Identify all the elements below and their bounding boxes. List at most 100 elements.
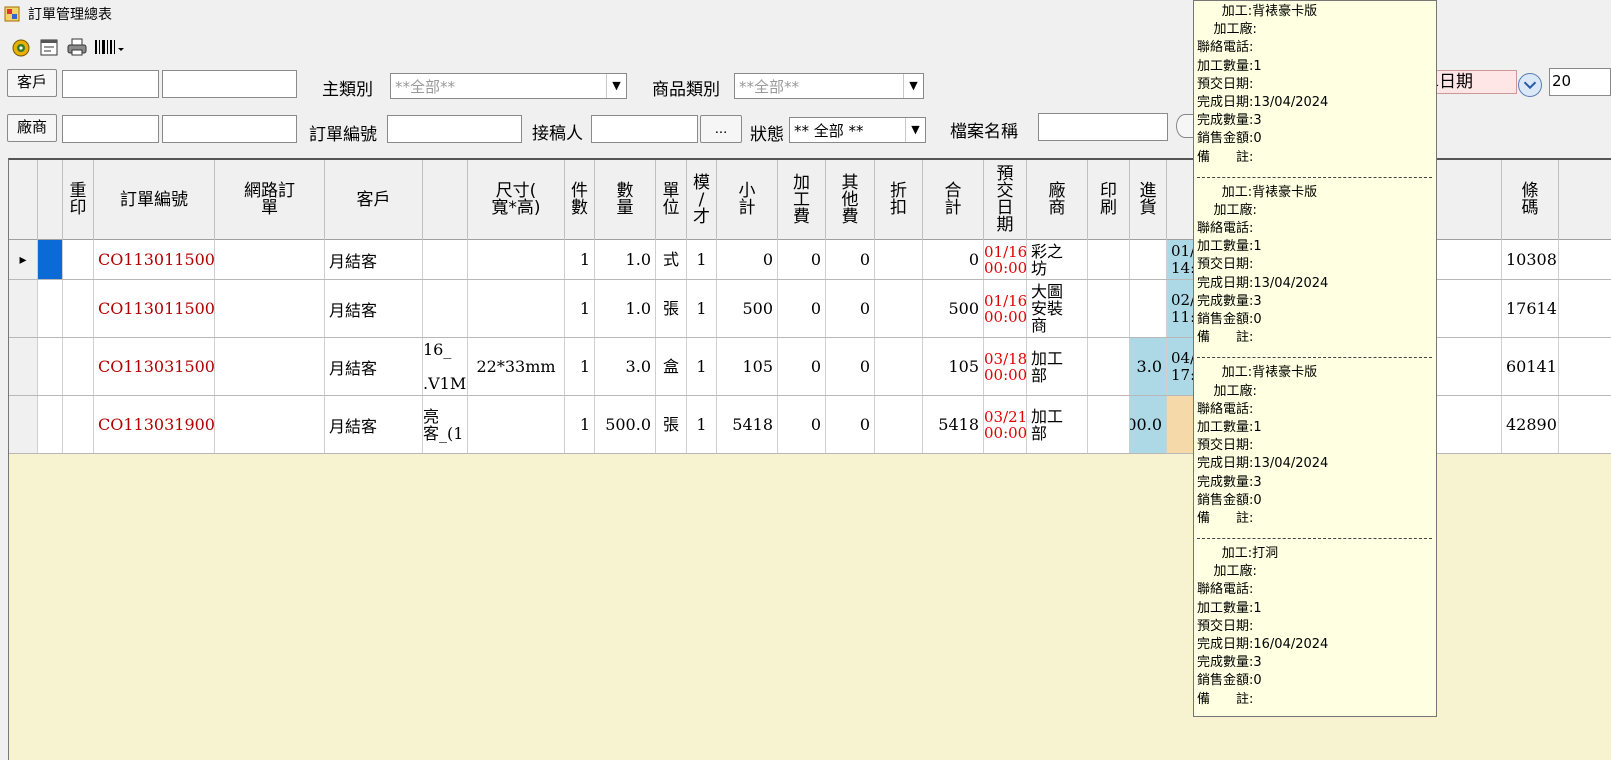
cell-proc-fee[interactable]: 0 (778, 280, 826, 337)
cell-name[interactable] (423, 240, 468, 279)
cell-mold[interactable]: 1 (687, 396, 717, 453)
column-header-rowhdr[interactable] (9, 160, 38, 240)
cell-web-order[interactable] (215, 396, 325, 453)
cell-proc-fee[interactable]: 0 (778, 338, 826, 395)
cell-print[interactable] (1088, 240, 1130, 279)
cell-pieces[interactable]: 1 (565, 338, 595, 395)
cell-total[interactable]: 500 (923, 280, 984, 337)
cell-barcode[interactable]: 176145 (1502, 280, 1559, 337)
date-picker-icon[interactable] (1518, 73, 1542, 97)
cell-barcode[interactable]: 428909 (1502, 396, 1559, 453)
cell-mold[interactable]: 1 (687, 338, 717, 395)
column-header-name[interactable] (423, 160, 468, 240)
cell-size[interactable] (468, 280, 565, 337)
cell-total[interactable]: 0 (923, 240, 984, 279)
cell-sel[interactable] (38, 338, 63, 395)
cell-vendor[interactable]: 大圖 安裝 商 (1027, 280, 1088, 337)
cell-order-no[interactable]: CO1130115001 (94, 240, 215, 279)
cell-purchase[interactable] (1130, 240, 1167, 279)
cell-qty[interactable]: 1.0 (595, 240, 656, 279)
cell-subtotal[interactable]: 500 (717, 280, 778, 337)
column-header-web-order[interactable]: 網路訂 單 (215, 160, 325, 240)
column-header-purchase[interactable]: 進 貨 (1130, 160, 1167, 240)
column-header-processing-fee[interactable]: 加 工 費 (778, 160, 826, 240)
filename-input[interactable] (1038, 113, 1168, 141)
cell-other-fee[interactable]: 0 (826, 396, 875, 453)
customer-button[interactable]: 客戶 (7, 69, 57, 97)
cell-web-order[interactable] (215, 280, 325, 337)
column-header-other-fee[interactable]: 其 他 費 (826, 160, 875, 240)
cell-tail[interactable] (1559, 280, 1611, 337)
cell-web-order[interactable] (215, 338, 325, 395)
cell-order-no[interactable]: CO1130315001 (94, 338, 215, 395)
column-header-mold[interactable]: 模 / 才 (687, 160, 717, 240)
cell-due[interactable]: 03/21 00:00 (984, 396, 1027, 453)
cell-tail[interactable] (1559, 338, 1611, 395)
cell-web-order[interactable] (215, 240, 325, 279)
cell-tail[interactable] (1559, 396, 1611, 453)
cell-proc-fee[interactable]: 0 (778, 396, 826, 453)
refresh-icon[interactable] (10, 36, 32, 58)
vendor-code-input[interactable] (62, 115, 159, 143)
cell-unit[interactable]: 盒 (656, 338, 687, 395)
product-category-select[interactable]: **全部** ▼ (734, 73, 924, 99)
column-header-order-no[interactable]: 訂單編號 (94, 160, 215, 240)
cell-print[interactable] (1088, 338, 1130, 395)
column-header-tail[interactable] (1559, 160, 1611, 240)
cell-mold[interactable]: 1 (687, 280, 717, 337)
cell-proc-fee[interactable]: 0 (778, 240, 826, 279)
cell-purchase[interactable] (1130, 280, 1167, 337)
cell-customer[interactable]: 月結客 (325, 338, 423, 395)
customer-name-input[interactable] (162, 70, 297, 98)
column-header-sel[interactable] (38, 160, 63, 240)
cell-order-no[interactable]: CO1130115001 (94, 280, 215, 337)
cell-sel[interactable] (38, 396, 63, 453)
cell-vendor[interactable]: 彩之 坊 (1027, 240, 1088, 279)
cell-qty[interactable]: 1.0 (595, 280, 656, 337)
cell-rowhdr[interactable] (9, 338, 38, 395)
cell-purchase[interactable]: 00.0 (1130, 396, 1167, 453)
search-button[interactable] (1176, 114, 1194, 138)
cell-name[interactable] (423, 280, 468, 337)
cell-discount[interactable] (875, 338, 923, 395)
chevron-down-icon[interactable]: ▼ (606, 74, 626, 98)
cell-pieces[interactable]: 1 (565, 396, 595, 453)
cell-order-no[interactable]: CO1130319001 (94, 396, 215, 453)
column-header-pieces[interactable]: 件 數 (565, 160, 595, 240)
vendor-button[interactable]: 廠商 (7, 114, 57, 142)
cell-size[interactable] (468, 240, 565, 279)
cell-customer[interactable]: 月結客 (325, 396, 423, 453)
receiver-browse-button[interactable]: ... (700, 115, 742, 143)
main-category-select[interactable]: **全部** ▼ (390, 73, 627, 99)
cell-other-fee[interactable]: 0 (826, 280, 875, 337)
cell-total[interactable]: 5418 (923, 396, 984, 453)
cell-rowhdr[interactable] (9, 396, 38, 453)
cell-vendor[interactable]: 加工 部 (1027, 396, 1088, 453)
cell-subtotal[interactable]: 0 (717, 240, 778, 279)
column-header-unit[interactable]: 單 位 (656, 160, 687, 240)
form-icon[interactable] (38, 36, 60, 58)
column-header-customer[interactable]: 客戶 (325, 160, 423, 240)
cell-purchase[interactable]: 3.0 (1130, 338, 1167, 395)
cell-unit[interactable]: 張 (656, 396, 687, 453)
cell-rowhdr[interactable] (9, 280, 38, 337)
status-select[interactable]: ** 全部 ** ▼ (789, 117, 926, 143)
cell-rowhdr[interactable]: ▸ (9, 240, 38, 279)
cell-due[interactable]: 03/18 00:00 (984, 338, 1027, 395)
order-date-input[interactable]: 20 (1549, 68, 1611, 96)
column-header-subtotal[interactable]: 小 計 (717, 160, 778, 240)
column-header-barcode[interactable]: 條 碼 (1502, 160, 1559, 240)
cell-due[interactable]: 01/16 00:00 (984, 280, 1027, 337)
cell-print[interactable] (1088, 280, 1130, 337)
vendor-name-input[interactable] (162, 115, 297, 143)
cell-due[interactable]: 01/16 00:00 (984, 240, 1027, 279)
print-icon[interactable] (66, 36, 88, 58)
cell-pieces[interactable]: 1 (565, 280, 595, 337)
cell-mold[interactable]: 1 (687, 240, 717, 279)
cell-other-fee[interactable]: 0 (826, 240, 875, 279)
cell-customer[interactable]: 月結客 (325, 240, 423, 279)
cell-barcode[interactable]: 601416 (1502, 338, 1559, 395)
cell-print[interactable] (1088, 396, 1130, 453)
cell-barcode[interactable]: 103086 (1502, 240, 1559, 279)
cell-total[interactable]: 105 (923, 338, 984, 395)
